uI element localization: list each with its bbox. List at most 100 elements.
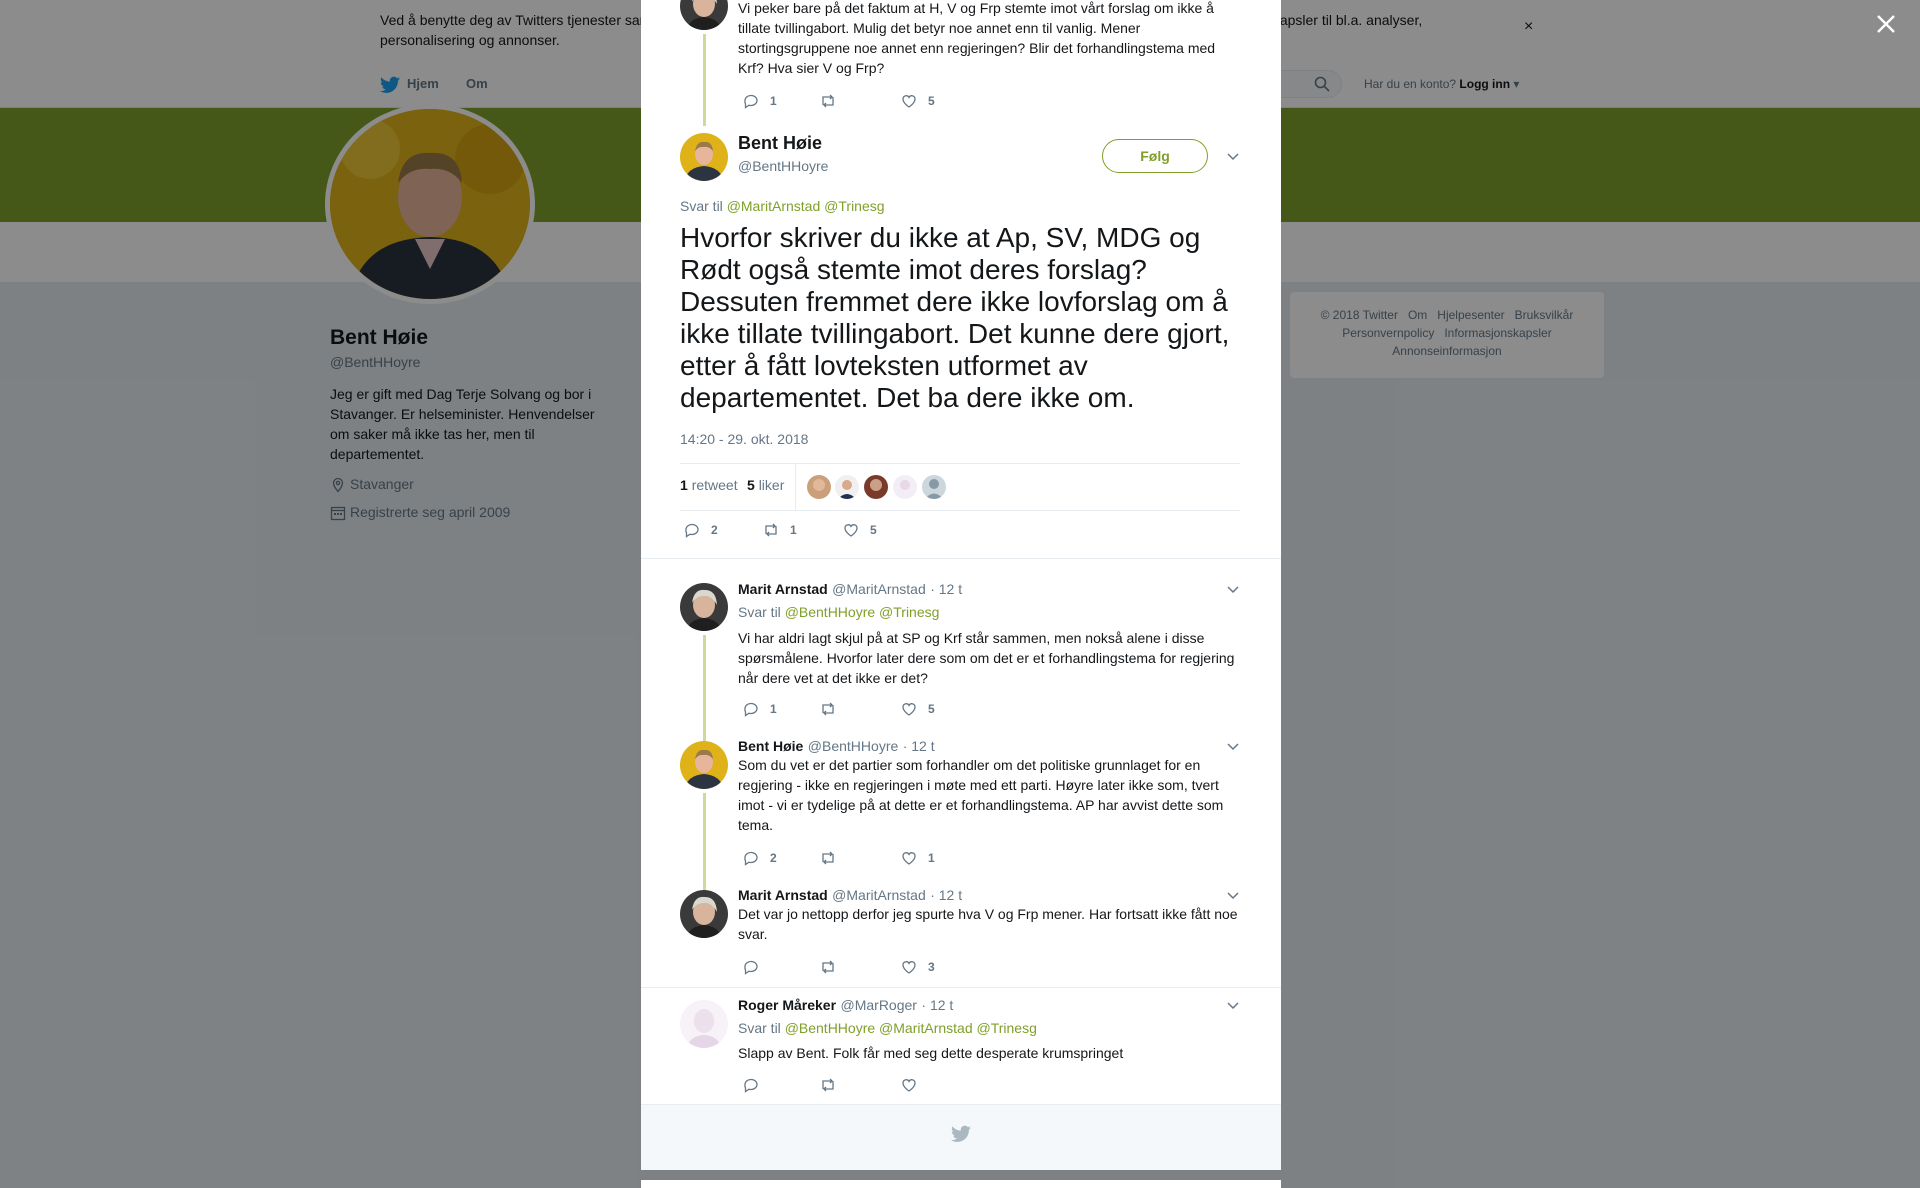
mention-link[interactable]: @Trinesg (824, 198, 884, 214)
reply-button[interactable]: 2 (742, 849, 777, 867)
author-handle[interactable]: @BentHHoyre (808, 738, 898, 754)
reply-icon (744, 94, 758, 109)
reply-button[interactable] (742, 958, 770, 976)
divider (641, 987, 1281, 988)
reply-icon (685, 523, 699, 538)
retweet-icon (822, 702, 834, 716)
like-count: 5 (870, 523, 877, 537)
tweet-time[interactable]: · 12 t (930, 581, 962, 597)
follow-button[interactable]: Følg (1102, 139, 1208, 173)
chevron-down-icon[interactable] (1226, 1000, 1240, 1010)
tweet-text: Vi har aldri lagt skjul på at SP og Krf … (738, 630, 1235, 686)
mention-link[interactable]: @MaritArnstad (727, 198, 821, 214)
thread-line (703, 34, 706, 126)
reply-button[interactable] (742, 1076, 770, 1094)
avatar[interactable] (680, 890, 728, 938)
tweet-text: Det var jo nettopp derfor jeg spurte hva… (738, 906, 1238, 942)
tweet-header: Bent Høie @BentHHoyre · 12 t (738, 738, 935, 756)
retweet-icon (765, 523, 777, 537)
main-tweet-timestamp[interactable]: 14:20 - 29. okt. 2018 (680, 431, 808, 447)
divider (641, 558, 1281, 559)
reply-icon (744, 960, 758, 975)
avatar[interactable] (680, 133, 728, 181)
liker-avatar[interactable] (893, 475, 917, 499)
tweet-time[interactable]: · 12 t (930, 887, 962, 903)
avatar[interactable] (680, 0, 728, 30)
like-button[interactable] (900, 1076, 928, 1094)
like-icon (902, 961, 916, 974)
chevron-down-icon[interactable] (1226, 890, 1240, 900)
like-button[interactable]: 3 (900, 958, 935, 976)
mention-link[interactable]: @BentHHoyre @MaritArnstad @Trinesg (785, 1020, 1037, 1036)
like-stat-count: 5 (747, 477, 755, 493)
twitter-bird-icon (951, 1125, 971, 1142)
tweet-time[interactable]: · 12 t (921, 997, 953, 1013)
retweet-button[interactable] (819, 1076, 847, 1094)
close-icon[interactable] (1874, 12, 1898, 36)
retweet-button[interactable] (819, 849, 847, 867)
reply-to-label: Svar til (738, 1020, 781, 1036)
reply-icon (744, 851, 758, 866)
reply-count: 2 (711, 523, 718, 537)
retweet-icon (822, 94, 834, 108)
reply-to: Svar til @BentHHoyre @MaritArnstad @Trin… (738, 1020, 1037, 1036)
retweet-icon (822, 1078, 834, 1092)
tweet-time[interactable]: · 12 t (903, 738, 935, 754)
like-button[interactable]: 5 (900, 92, 935, 110)
reply-icon (744, 1078, 758, 1093)
chevron-down-icon[interactable] (1226, 151, 1240, 161)
reply-count: 1 (770, 702, 777, 716)
like-button[interactable]: 1 (900, 849, 935, 867)
reply-button[interactable]: 2 (683, 521, 718, 539)
tweet-stats: 1 retweet 5 liker (680, 463, 1240, 511)
divider (795, 464, 796, 510)
like-count: 5 (928, 94, 935, 108)
modal-footer (641, 1104, 1281, 1170)
avatar[interactable] (680, 1000, 728, 1048)
retweet-stat-label: retweet (691, 477, 738, 493)
retweet-button[interactable]: 1 (762, 521, 797, 539)
liker-avatar[interactable] (864, 475, 888, 499)
author-handle[interactable]: @MaritArnstad (832, 581, 926, 597)
author-handle[interactable]: @MarRoger (841, 997, 917, 1013)
like-stat[interactable]: 5 liker (747, 477, 784, 493)
main-tweet-author-name[interactable]: Bent Høie (738, 133, 822, 154)
main-tweet-author-handle[interactable]: @BentHHoyre (738, 158, 828, 174)
tweet-header: Roger Måreker @MarRoger · 12 t (738, 997, 953, 1015)
liker-avatar[interactable] (807, 475, 831, 499)
like-button[interactable]: 5 (900, 700, 935, 718)
tweet-modal: Vi peker bare på det faktum at H, V og F… (641, 0, 1281, 1170)
retweet-button[interactable] (819, 958, 847, 976)
like-count: 5 (928, 702, 935, 716)
retweet-button[interactable] (819, 700, 847, 718)
reply-button[interactable]: 1 (742, 92, 777, 110)
author-name[interactable]: Marit Arnstad (738, 581, 828, 597)
tweet-text: Som du vet er det partier som forhandler… (738, 757, 1224, 833)
main-tweet-reply-to: Svar til @MaritArnstad @Trinesg (680, 198, 885, 214)
like-count: 1 (928, 851, 935, 865)
liker-avatar[interactable] (835, 475, 859, 499)
tweet-header: Marit Arnstad @MaritArnstad · 12 t (738, 887, 962, 905)
author-handle[interactable]: @MaritArnstad (832, 887, 926, 903)
retweet-button[interactable] (819, 92, 837, 110)
chevron-down-icon[interactable] (1226, 584, 1240, 594)
retweet-count: 1 (790, 523, 797, 537)
tweet-text: Slapp av Bent. Folk får med seg dette de… (738, 1045, 1124, 1061)
retweet-stat[interactable]: 1 retweet (680, 477, 738, 493)
mention-link[interactable]: @BentHHoyre @Trinesg (785, 604, 940, 620)
like-button[interactable]: 5 (842, 521, 877, 539)
liker-avatar[interactable] (922, 475, 946, 499)
retweet-icon (822, 960, 834, 974)
chevron-down-icon[interactable] (1226, 741, 1240, 751)
parent-tweet-text: Vi peker bare på det faktum at H, V og F… (738, 0, 1216, 76)
author-name[interactable]: Roger Måreker (738, 997, 836, 1013)
like-icon (844, 524, 858, 537)
reply-to: Svar til @BentHHoyre @Trinesg (738, 604, 939, 620)
retweet-stat-count: 1 (680, 477, 688, 493)
thread-line (703, 635, 706, 741)
avatar[interactable] (680, 741, 728, 789)
author-name[interactable]: Marit Arnstad (738, 887, 828, 903)
reply-button[interactable]: 1 (742, 700, 777, 718)
avatar[interactable] (680, 583, 728, 631)
author-name[interactable]: Bent Høie (738, 738, 803, 754)
